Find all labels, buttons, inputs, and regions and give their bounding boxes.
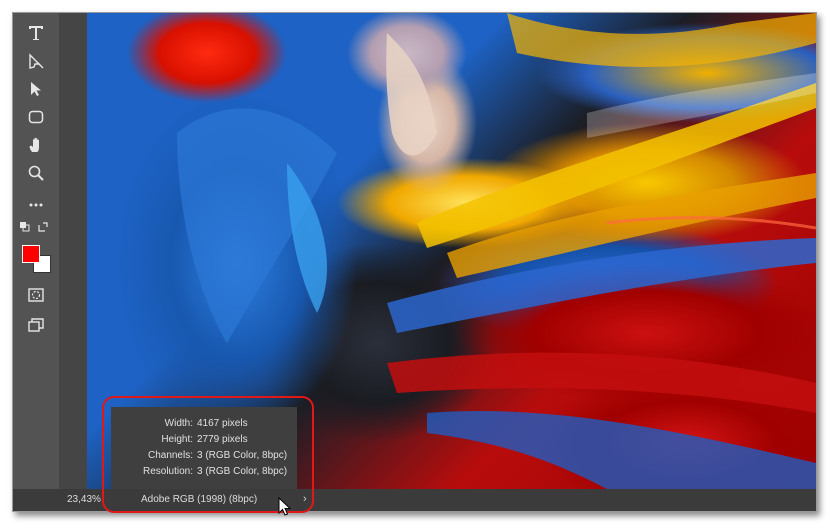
- annotation-highlight: [102, 396, 314, 513]
- zoom-tool-icon[interactable]: [23, 161, 49, 185]
- swap-colors-icon[interactable]: [35, 219, 51, 235]
- type-tool-icon[interactable]: [23, 21, 49, 45]
- zoom-level[interactable]: 23,43%: [67, 494, 101, 505]
- mouse-cursor-icon: [278, 497, 292, 516]
- more-tools-icon[interactable]: [23, 193, 49, 217]
- direct-selection-tool-icon[interactable]: [23, 77, 49, 101]
- tools-panel: [13, 13, 59, 511]
- panel-divider: [59, 13, 87, 511]
- quick-mask-icon[interactable]: [23, 283, 49, 307]
- screen-mode-icon[interactable]: [23, 313, 49, 337]
- default-colors-icon[interactable]: [17, 219, 33, 235]
- hand-tool-icon[interactable]: [23, 133, 49, 157]
- path-selection-tool-icon[interactable]: [23, 49, 49, 73]
- rectangle-tool-icon[interactable]: [23, 105, 49, 129]
- foreground-color-swatch[interactable]: [22, 245, 40, 263]
